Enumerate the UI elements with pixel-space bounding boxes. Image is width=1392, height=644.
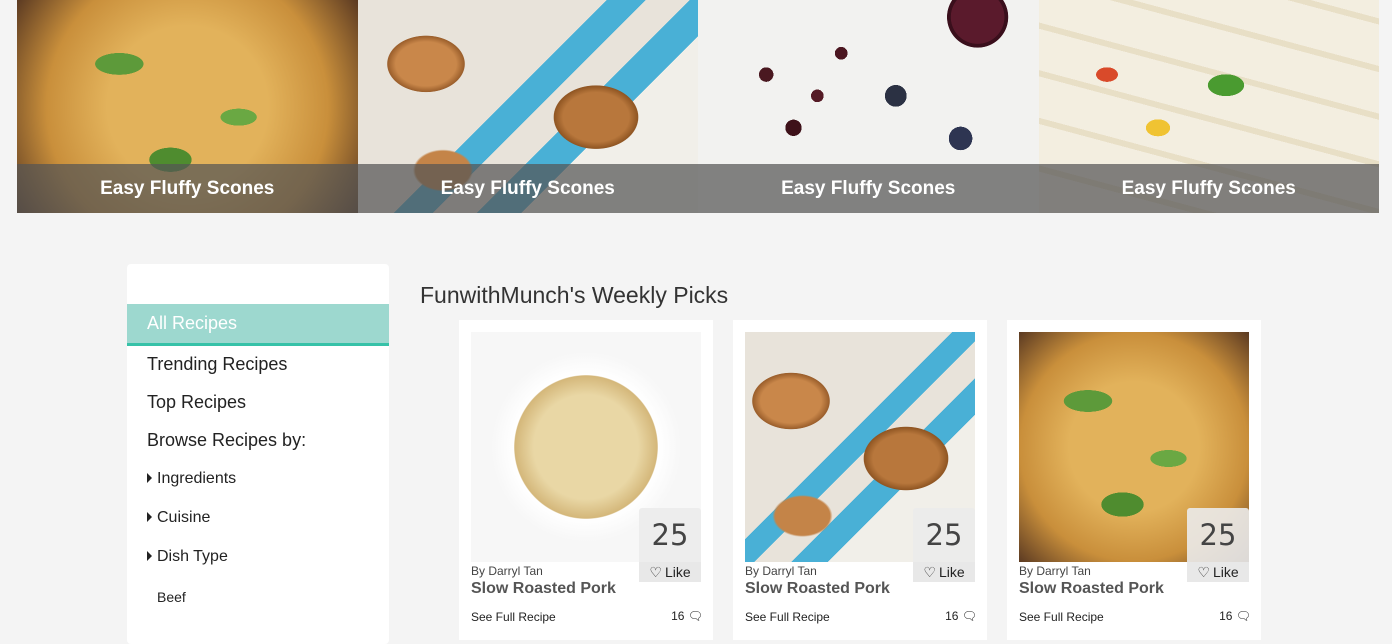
sidebar-item-top-recipes[interactable]: Top Recipes xyxy=(147,392,246,413)
like-count: 25 xyxy=(639,508,701,562)
featured-recipe-caption: Easy Fluffy Scones xyxy=(17,164,358,213)
caret-right-icon xyxy=(147,472,152,483)
like-count: 25 xyxy=(1187,508,1249,562)
caret-right-icon xyxy=(147,550,152,561)
recipe-title[interactable]: Slow Roasted Pork xyxy=(1019,580,1164,598)
see-full-recipe-link[interactable]: See Full Recipe xyxy=(745,610,830,624)
heart-icon: ♡ xyxy=(923,563,936,580)
recipe-author: By Darryl Tan xyxy=(1019,564,1091,578)
like-button[interactable]: ♡ Like xyxy=(1187,562,1249,582)
sidebar-item-label: Ingredients xyxy=(157,470,237,487)
recipe-card: 25 ♡ Like By Darryl Tan Slow Roasted Pork… xyxy=(733,320,987,640)
like-label: Like xyxy=(938,564,965,580)
sidebar-item-beef[interactable]: Beef xyxy=(157,589,186,605)
comment-icon: 🗨︎ xyxy=(961,609,977,623)
heart-icon: ♡ xyxy=(1197,563,1210,580)
recipe-title[interactable]: Slow Roasted Pork xyxy=(471,580,616,598)
featured-recipe-tile[interactable]: Easy Fluffy Scones xyxy=(698,0,1039,213)
featured-recipe-tile[interactable]: Easy Fluffy Scones xyxy=(17,0,358,213)
browse-heading: Browse Recipes by: xyxy=(147,430,307,450)
recipe-title[interactable]: Slow Roasted Pork xyxy=(745,580,890,598)
recipe-author: By Darryl Tan xyxy=(745,564,817,578)
featured-recipe-caption: Easy Fluffy Scones xyxy=(1038,164,1379,213)
like-label: Like xyxy=(1212,564,1239,580)
sidebar-item-label: Dish Type xyxy=(157,548,228,565)
weekly-picks-title: FunwithMunch's Weekly Picks xyxy=(420,282,729,308)
like-button[interactable]: ♡ Like xyxy=(913,562,975,582)
sidebar-item-ingredients[interactable]: Ingredients xyxy=(147,470,236,488)
sidebar-item-all-recipes[interactable]: All Recipes xyxy=(127,304,389,346)
featured-recipe-tile[interactable]: Easy Fluffy Scones xyxy=(357,0,698,213)
see-full-recipe-link[interactable]: See Full Recipe xyxy=(1019,610,1104,624)
like-label: Like xyxy=(664,564,691,580)
recipe-nav-sidebar: All Recipes Trending Recipes Top Recipes… xyxy=(127,264,389,644)
comment-count: 16 🗨︎ xyxy=(671,609,703,623)
recipe-card: 25 ♡ Like By Darryl Tan Slow Roasted Pork… xyxy=(1007,320,1261,640)
sidebar-item-cuisine[interactable]: Cuisine xyxy=(147,509,210,527)
featured-recipe-caption: Easy Fluffy Scones xyxy=(698,164,1039,213)
comment-icon: 🗨︎ xyxy=(1235,609,1251,623)
recipe-card: 25 ♡ Like By Darryl Tan Slow Roasted Pork… xyxy=(459,320,713,640)
featured-recipe-tile[interactable]: Easy Fluffy Scones xyxy=(1038,0,1379,213)
recipe-author: By Darryl Tan xyxy=(471,564,543,578)
heart-icon: ♡ xyxy=(649,563,662,580)
comment-count-value: 16 xyxy=(945,609,959,623)
like-button[interactable]: ♡ Like xyxy=(639,562,701,582)
featured-recipe-caption: Easy Fluffy Scones xyxy=(357,164,698,213)
caret-right-icon xyxy=(147,511,152,522)
see-full-recipe-link[interactable]: See Full Recipe xyxy=(471,610,556,624)
comment-count: 16 🗨︎ xyxy=(945,609,977,623)
featured-recipes-strip: Easy Fluffy Scones Easy Fluffy Scones Ea… xyxy=(17,0,1379,213)
sidebar-item-trending-recipes[interactable]: Trending Recipes xyxy=(147,354,287,375)
comment-count: 16 🗨︎ xyxy=(1219,609,1251,623)
sidebar-item-label: Cuisine xyxy=(157,509,211,526)
sidebar-item-dish-type[interactable]: Dish Type xyxy=(147,548,228,566)
comment-count-value: 16 xyxy=(1219,609,1233,623)
like-count: 25 xyxy=(913,508,975,562)
comment-count-value: 16 xyxy=(671,609,685,623)
comment-icon: 🗨︎ xyxy=(687,609,703,623)
